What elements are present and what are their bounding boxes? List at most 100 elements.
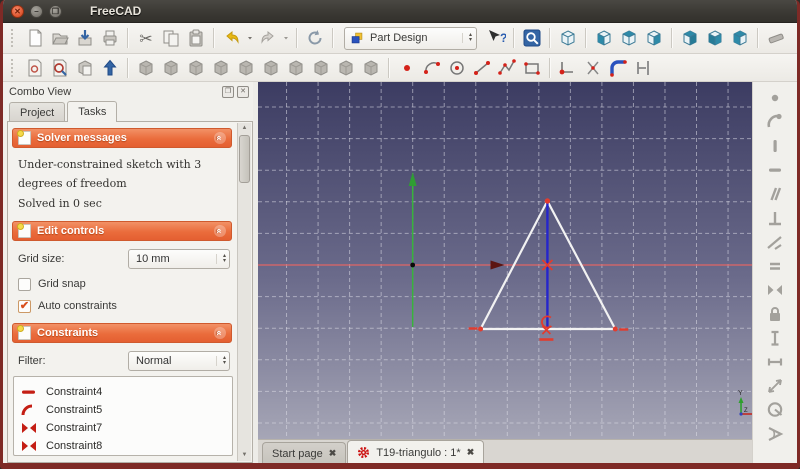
refresh-icon[interactable] — [302, 26, 327, 50]
mirrored-icon[interactable] — [308, 56, 333, 80]
scrollbar[interactable]: ▲ ▼ — [237, 123, 251, 461]
polyline-tool-icon[interactable] — [494, 56, 519, 80]
list-item-constraint8[interactable]: Constraint8 — [20, 437, 226, 455]
sketch-3d-view[interactable]: Y X Z — [258, 82, 752, 439]
collapse-icon[interactable]: « — [214, 132, 226, 144]
pad-icon[interactable] — [133, 56, 158, 80]
window-maximize-button[interactable]: ❒ — [49, 5, 62, 18]
view-front-icon[interactable] — [591, 26, 616, 50]
constraint-distance-icon[interactable] — [763, 374, 788, 397]
constraint-distance-y-icon[interactable] — [763, 326, 788, 349]
constraint-radius-icon[interactable] — [763, 398, 788, 421]
collapse-icon[interactable]: « — [214, 327, 226, 339]
multitransform-icon[interactable] — [358, 56, 383, 80]
line-tool-icon[interactable] — [469, 56, 494, 80]
create-sketch-icon[interactable] — [22, 56, 47, 80]
constraint-angle-icon[interactable] — [763, 422, 788, 445]
leave-sketch-icon[interactable] — [97, 56, 122, 80]
auto-constraints-checkbox[interactable]: ✔ — [18, 300, 31, 313]
toolbar-grip[interactable] — [11, 59, 16, 77]
constraint-symmetric-icon[interactable] — [763, 278, 788, 301]
copy-icon[interactable] — [158, 26, 183, 50]
grid-snap-checkbox[interactable]: ✔ — [18, 278, 31, 291]
list-item-constraint4[interactable]: Constraint4 — [20, 383, 226, 401]
spinner-arrows[interactable]: ▴▾ — [216, 356, 226, 366]
constraint-equal-icon[interactable] — [763, 254, 788, 277]
measure-icon[interactable] — [763, 26, 788, 50]
chamfer-feature-icon[interactable] — [258, 56, 283, 80]
revolution-icon[interactable] — [183, 56, 208, 80]
polar-pattern-icon[interactable] — [333, 56, 358, 80]
tab-start-page[interactable]: Start page ✖ — [262, 442, 346, 464]
map-sketch-icon[interactable] — [72, 56, 97, 80]
toolbar-grip[interactable] — [11, 29, 16, 47]
undo-icon[interactable] — [219, 26, 244, 50]
linear-pattern-icon[interactable] — [283, 56, 308, 80]
left-vertex-point[interactable] — [478, 327, 483, 332]
tab-project[interactable]: Project — [9, 102, 65, 122]
titlebar[interactable]: ✕ – ❒ FreeCAD — [3, 0, 797, 23]
constraint-distance-x-icon[interactable] — [763, 350, 788, 373]
scroll-up-icon[interactable]: ▲ — [238, 123, 251, 134]
pocket-icon[interactable] — [158, 56, 183, 80]
paste-icon[interactable] — [183, 26, 208, 50]
view-axonometric-icon[interactable] — [555, 26, 580, 50]
spinner-arrows[interactable]: ▴▾ — [462, 33, 472, 43]
constraint-point-on-object-icon[interactable] — [763, 110, 788, 133]
print-icon[interactable] — [97, 26, 122, 50]
workbench-selector[interactable]: Part Design ▴▾ — [344, 27, 477, 50]
constraint-perpendicular-icon[interactable] — [763, 206, 788, 229]
redo-dropdown-icon[interactable] — [280, 26, 291, 50]
scrollbar-thumb[interactable] — [239, 135, 250, 183]
list-item-constraint5[interactable]: Constraint5 — [20, 401, 226, 419]
groove-icon[interactable] — [208, 56, 233, 80]
constraint-parallel-icon[interactable] — [763, 182, 788, 205]
tab-tasks[interactable]: Tasks — [67, 101, 117, 122]
fillet-feature-icon[interactable] — [233, 56, 258, 80]
filter-dropdown[interactable]: Normal ▴▾ — [128, 351, 230, 371]
panel-float-icon[interactable]: ❐ — [222, 86, 234, 98]
view-right-icon[interactable] — [641, 26, 666, 50]
grid-size-stepper[interactable]: 10 mm ▴▾ — [128, 249, 230, 269]
apex-vertex-point[interactable] — [545, 198, 550, 203]
tab-document[interactable]: T19-triangulo : 1* ✖ — [347, 440, 484, 464]
circle-tool-icon[interactable] — [444, 56, 469, 80]
spinner-arrows[interactable]: ▴▾ — [216, 254, 226, 264]
rectangle-tool-icon[interactable] — [519, 56, 544, 80]
constraint-coincident-icon[interactable] — [763, 86, 788, 109]
constraint-lock-icon[interactable] — [763, 302, 788, 325]
external-geometry-tool-icon[interactable] — [630, 56, 655, 80]
view-rear-icon[interactable] — [677, 26, 702, 50]
window-close-button[interactable]: ✕ — [11, 5, 24, 18]
view-top-icon[interactable] — [616, 26, 641, 50]
view-left-icon[interactable] — [727, 26, 752, 50]
open-icon[interactable] — [47, 26, 72, 50]
close-tab-icon[interactable]: ✖ — [329, 448, 337, 459]
collapse-icon[interactable]: « — [214, 225, 226, 237]
close-tab-icon[interactable]: ✖ — [467, 447, 475, 458]
edit-sketch-icon[interactable] — [47, 56, 72, 80]
toolbar-separator — [513, 28, 514, 48]
redo-icon[interactable] — [255, 26, 280, 50]
new-file-icon[interactable] — [22, 26, 47, 50]
zoom-fit-icon[interactable] — [519, 26, 544, 50]
constraint-vertical-icon[interactable] — [763, 134, 788, 157]
constraint-tangent-icon[interactable] — [763, 230, 788, 253]
save-icon[interactable] — [72, 26, 97, 50]
constraint-horizontal-icon[interactable] — [763, 158, 788, 181]
arc-tool-icon[interactable] — [419, 56, 444, 80]
whats-this-icon[interactable]: ? — [483, 26, 508, 50]
undo-dropdown-icon[interactable] — [244, 26, 255, 50]
list-item-constraint7[interactable]: Constraint7 — [20, 419, 226, 437]
right-vertex-point[interactable] — [613, 327, 618, 332]
fillet-tool-icon[interactable] — [605, 56, 630, 80]
origin-point[interactable] — [410, 263, 415, 268]
panel-close-icon[interactable]: ✕ — [237, 86, 249, 98]
point-tool-icon[interactable] — [394, 56, 419, 80]
cut-icon[interactable]: ✂ — [133, 26, 158, 50]
window-minimize-button[interactable]: – — [30, 5, 43, 18]
coincident-tool-icon[interactable] — [555, 56, 580, 80]
view-bottom-icon[interactable] — [702, 26, 727, 50]
scroll-down-icon[interactable]: ▼ — [238, 450, 251, 461]
trim-tool-icon[interactable] — [580, 56, 605, 80]
